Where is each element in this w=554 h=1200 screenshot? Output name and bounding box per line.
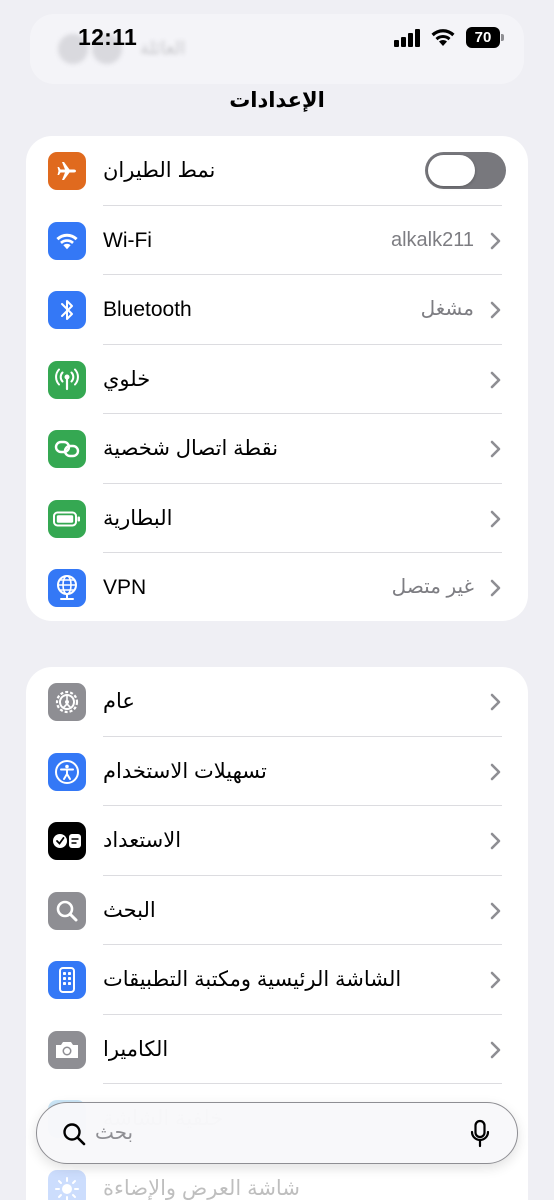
status-time: 12:11 — [78, 24, 138, 50]
row-label: تسهيلات الاستخدام — [103, 759, 267, 783]
row-label: عام — [103, 690, 135, 713]
row-label: الاستعداد — [103, 829, 182, 852]
row-label: البطارية — [103, 506, 173, 530]
settings-row-cellular[interactable]: خلوي — [26, 345, 528, 414]
chevron-right-icon — [490, 510, 501, 527]
settings-row-wifi[interactable]: Wi-Fi alkalk211 — [26, 206, 528, 275]
accessibility-icon — [48, 752, 86, 791]
battery-icon — [48, 499, 86, 538]
cellular-signal-icon — [394, 29, 422, 47]
sun-icon — [48, 1169, 86, 1200]
blurred-profile-text: العائلة — [140, 38, 186, 58]
settings-row-personal-hotspot[interactable]: نقطة اتصال شخصية — [26, 414, 528, 484]
row-label: البحث — [103, 898, 156, 922]
chevron-right-icon — [490, 1041, 501, 1058]
airplane-icon — [48, 152, 86, 190]
settings-row-camera[interactable]: الكاميرا — [26, 1015, 528, 1084]
row-label: VPN — [103, 576, 147, 599]
settings-row-battery[interactable]: البطارية — [26, 484, 528, 553]
row-value: alkalk211 — [390, 228, 474, 251]
connectivity-group: نمط الطيران Wi-Fi alkalk211 Bluetooth مش… — [26, 136, 528, 621]
standby-icon — [48, 822, 86, 860]
row-value: مشغل — [420, 298, 474, 320]
wifi-icon — [48, 221, 86, 260]
settings-row-home-screen[interactable]: الشاشة الرئيسية ومكتبة التطبيقات — [26, 945, 528, 1015]
search-bar[interactable]: بحث — [36, 1102, 518, 1164]
camera-icon — [48, 1030, 86, 1069]
chevron-right-icon — [490, 440, 501, 458]
search-icon — [63, 1123, 86, 1146]
settings-row-bluetooth[interactable]: Bluetooth مشغل — [26, 275, 528, 345]
settings-row-general[interactable]: عام — [26, 667, 528, 737]
chevron-right-icon — [490, 232, 501, 249]
battery-level: 70 — [466, 27, 500, 48]
row-label: الشاشة الرئيسية ومكتبة التطبيقات — [103, 968, 402, 991]
settings-row-search[interactable]: البحث — [26, 876, 528, 945]
row-label: الكاميرا — [103, 1037, 169, 1061]
chevron-right-icon — [490, 902, 501, 919]
gear-icon — [48, 683, 86, 721]
settings-row-accessibility[interactable]: تسهيلات الاستخدام — [26, 737, 528, 806]
home-screen-icon — [48, 961, 86, 999]
search-icon — [48, 891, 86, 930]
chevron-right-icon — [490, 971, 501, 989]
settings-row-airplane-mode[interactable]: نمط الطيران — [26, 136, 528, 206]
search-input[interactable]: بحث — [95, 1103, 133, 1163]
battery-status: 70 — [466, 27, 504, 48]
status-bar: العائلة 12:11 70 — [0, 0, 554, 84]
row-label: نقطة اتصال شخصية — [103, 437, 279, 460]
row-label: Bluetooth — [103, 298, 192, 321]
cellular-icon — [48, 360, 86, 399]
chevron-right-icon — [490, 693, 501, 711]
wifi-status-icon — [431, 29, 455, 46]
row-label: خلوي — [103, 367, 151, 391]
chevron-right-icon — [490, 371, 501, 388]
globe-icon — [48, 569, 86, 607]
chevron-right-icon — [490, 832, 501, 850]
chevron-right-icon — [490, 763, 501, 780]
microphone-icon[interactable] — [469, 1119, 491, 1149]
airplane-mode-toggle[interactable] — [425, 152, 506, 189]
row-value: غير متصل — [391, 576, 474, 598]
row-label: نمط الطيران — [103, 159, 216, 182]
page-title: الإعدادات — [229, 89, 325, 112]
row-label: Wi-Fi — [103, 228, 152, 252]
chevron-right-icon — [490, 579, 501, 597]
bluetooth-icon — [48, 291, 86, 329]
settings-row-standby[interactable]: الاستعداد — [26, 806, 528, 876]
chevron-right-icon — [490, 301, 501, 319]
settings-row-vpn[interactable]: VPN غير متصل — [26, 553, 528, 621]
hotspot-icon — [48, 430, 86, 468]
